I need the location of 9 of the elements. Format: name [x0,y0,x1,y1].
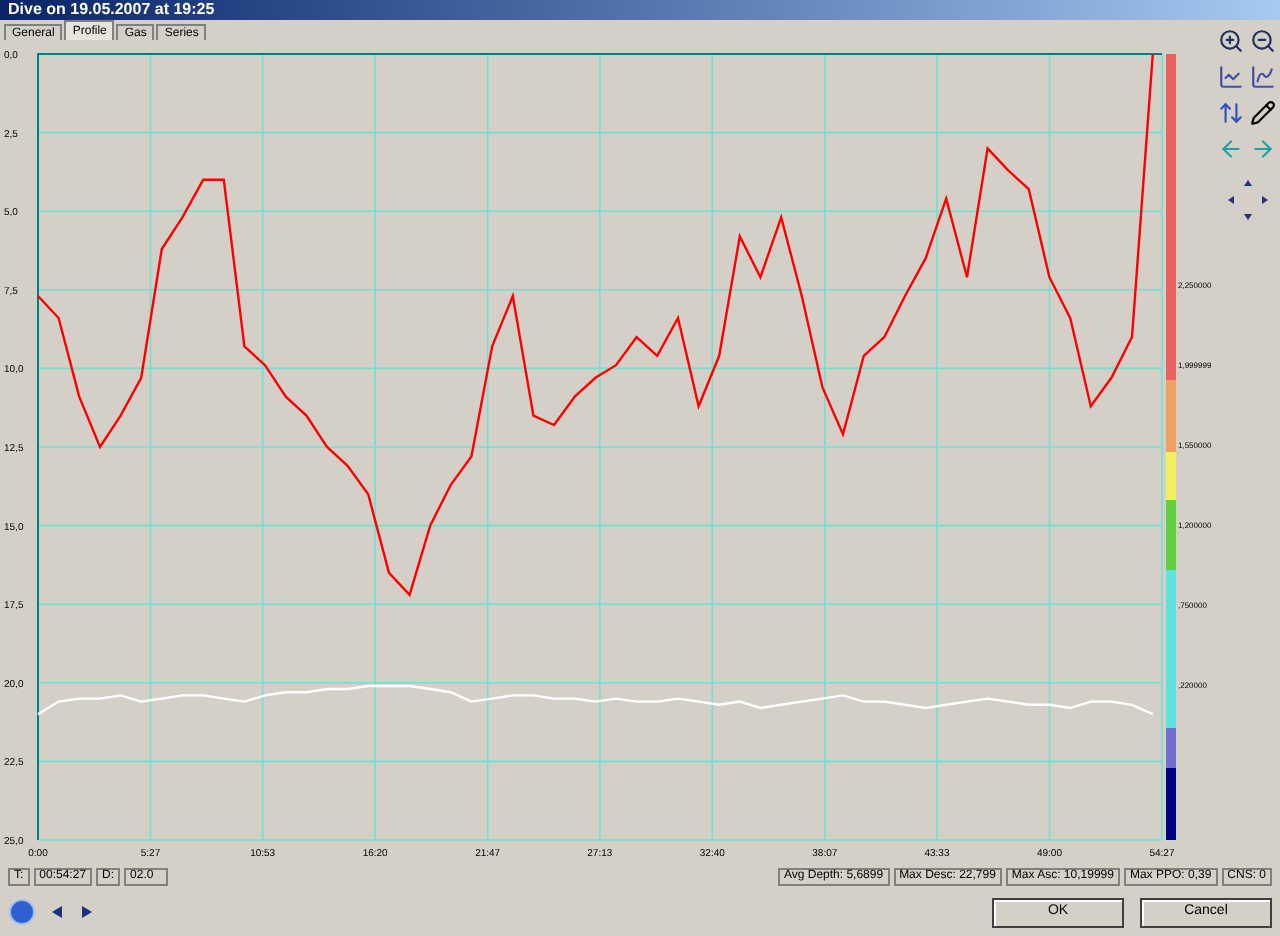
zoom-out-icon[interactable] [1249,24,1277,56]
zoom-in-icon[interactable] [1217,24,1245,56]
pan-arrows-icon[interactable] [1223,176,1271,224]
chart-curve-icon[interactable] [1249,60,1277,92]
left-arrow-icon[interactable] [52,906,64,918]
pencil-icon[interactable] [1249,96,1277,128]
right-arrow-icon[interactable] [80,906,92,918]
window-title: Dive on 19.05.2007 at 19:25 [8,2,215,18]
chart-line-icon[interactable] [1217,60,1245,92]
